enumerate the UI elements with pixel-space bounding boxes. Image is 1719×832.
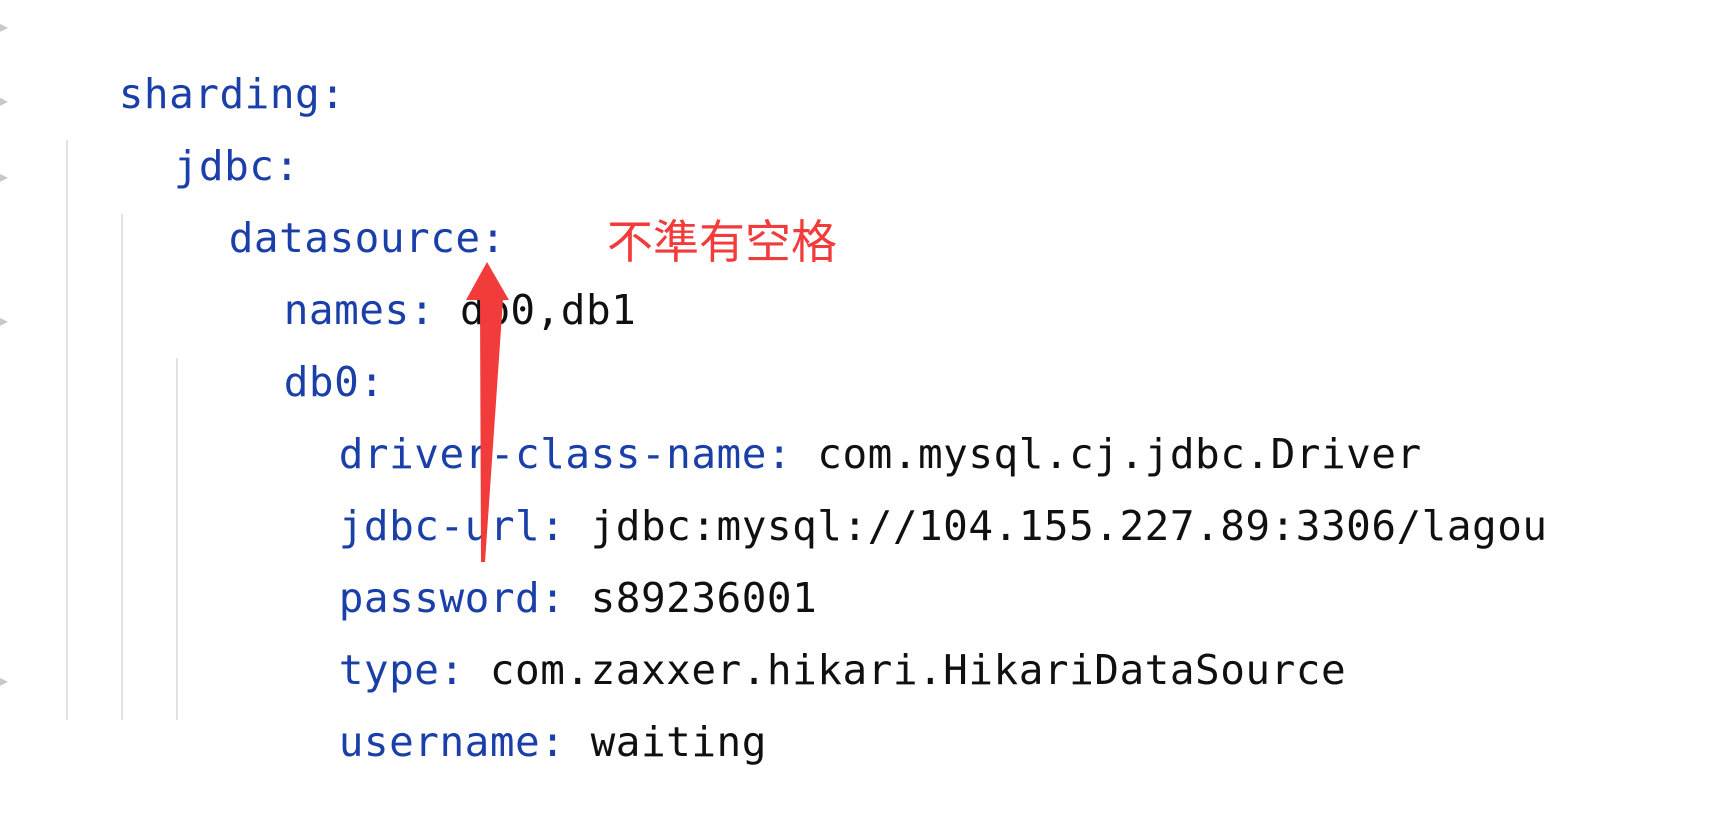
code-editor[interactable]: ▸ ▸ ▸ ▸ ▸ sharding: jdbc: datasource: na… (0, 0, 1719, 802)
fold-marker-icon[interactable]: ▸ (0, 168, 12, 186)
code-line[interactable]: sharding: (18, 4, 345, 118)
indent-guide (121, 214, 123, 720)
fold-marker-icon[interactable]: ▸ (0, 672, 12, 690)
code-line[interactable]: db0: (183, 292, 385, 406)
code-line[interactable]: username: waiting (238, 652, 767, 766)
code-line[interactable]: names: db0,db1 (183, 220, 636, 334)
code-line[interactable]: datasource: (128, 148, 506, 262)
code-line[interactable]: password: s89236001 (238, 508, 817, 622)
fold-marker-icon[interactable]: ▸ (0, 18, 12, 36)
yaml-colon: : (409, 286, 435, 334)
code-line[interactable]: jdbc: (73, 76, 300, 190)
yaml-colon: : (540, 718, 566, 766)
editor-gutter: ▸ ▸ ▸ ▸ ▸ (0, 0, 18, 802)
code-line[interactable]: type: com.zaxxer.hikari.HikariDataSource (238, 580, 1346, 694)
code-line[interactable]: driver-class-name: com.mysql.cj.jdbc.Dri… (238, 364, 1422, 478)
indent-guide (66, 140, 68, 720)
indent-guide (176, 358, 178, 720)
annotation-note: 不準有空格 (607, 215, 837, 269)
code-line[interactable]: jdbc-url: jdbc:mysql://104.155.227.89:33… (238, 436, 1548, 550)
yaml-key: username (338, 718, 541, 766)
yaml-colon: : (320, 70, 346, 118)
yaml-value: waiting (565, 718, 767, 766)
fold-marker-icon[interactable]: ▸ (0, 92, 12, 110)
yaml-value: db0,db1 (434, 286, 637, 334)
fold-marker-icon[interactable]: ▸ (0, 312, 12, 330)
